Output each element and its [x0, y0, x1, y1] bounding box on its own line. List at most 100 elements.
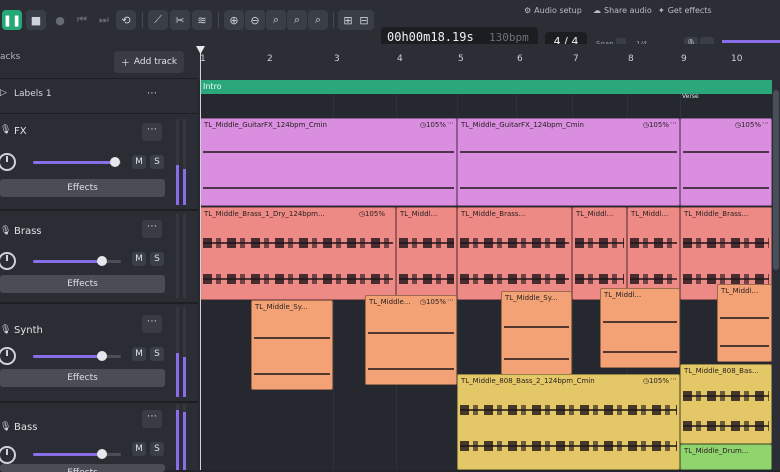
label-intro[interactable]: Intro [200, 80, 780, 94]
audio-clip[interactable]: TL_Middle_Sy... [501, 291, 572, 375]
audio-clip[interactable]: TL_Middle_Sy... [251, 300, 333, 390]
stop-button[interactable]: ■ [26, 10, 46, 30]
mute-button[interactable]: M [132, 347, 146, 361]
mute-button[interactable]: M [132, 442, 146, 456]
skip-forward-button[interactable]: ⏭ [94, 10, 114, 30]
skip-back-button[interactable]: ⏮ [72, 10, 92, 30]
solo-button[interactable]: S [150, 442, 164, 456]
solo-button[interactable]: S [150, 155, 164, 169]
clip-name: TL_Middle_Brass... [684, 210, 749, 218]
track-menu-button[interactable]: ⋯ [142, 410, 162, 428]
zoom-out-button[interactable]: ⊖ [245, 10, 265, 30]
vertical-scrollbar[interactable] [772, 80, 780, 470]
timeline-ruler[interactable]: 1 2 3 4 5 6 7 8 9 10 [198, 44, 780, 81]
loop-button[interactable]: ⟲ [116, 10, 136, 30]
audio-clip[interactable]: TL_Middle_Brass... [457, 207, 572, 300]
pause-button[interactable]: ❚❚ [2, 10, 22, 30]
playhead[interactable] [200, 47, 201, 470]
volume-slider[interactable] [33, 351, 121, 361]
split-tool-button[interactable]: ✂ [170, 10, 190, 30]
mute-button[interactable]: M [132, 155, 146, 169]
track-header-synth[interactable]: 🎙 Synth ⋯ M S Effects [0, 303, 198, 403]
track-header-brass[interactable]: 🎙 Brass ⋯ M S Effects [0, 210, 198, 304]
multi-tool-button[interactable]: ≋ [192, 10, 212, 30]
effects-button[interactable]: Effects [0, 179, 165, 197]
share-audio-link[interactable]: ☁ Share audio [593, 6, 652, 15]
fit-selection-button[interactable]: ⌕ [266, 10, 286, 30]
audio-clip[interactable]: TL_Middle_GuitarFX_124bpm_Cmin ◷105% ⋯ [457, 118, 680, 206]
audio-clip[interactable]: ◷105% ⋯ [680, 118, 772, 206]
label-verse[interactable]: Verse [682, 93, 699, 100]
skip-forward-icon: ⏭ [99, 13, 109, 26]
audio-clip[interactable]: TL_Middle_GuitarFX_124bpm_Cmin ◷105% ⋯ [200, 118, 457, 206]
pan-knob[interactable] [0, 446, 16, 464]
mute-button[interactable]: M [132, 252, 146, 266]
audio-clip[interactable]: TL_Middle_808_Bass_2_124bpm_Cmin ◷105% ⋯ [457, 374, 680, 470]
waveform [399, 272, 454, 286]
pan-knob[interactable] [0, 347, 16, 365]
audio-clip[interactable]: TL_Middle_808_Bas... [680, 364, 772, 444]
audio-clip[interactable]: TL_Middle_Brass_1_Dry_124bpm... ◷105% [200, 207, 396, 300]
label-track-header[interactable]: ▷ Labels 1 ⋯ [0, 78, 198, 114]
fit-project-button[interactable]: ⌕ [287, 10, 307, 30]
pause-icon: ❚❚ [2, 13, 22, 27]
waveform [254, 367, 330, 381]
track-menu-button[interactable]: ⋯ [142, 315, 162, 333]
bar-number: 9 [681, 54, 687, 64]
waveform [203, 145, 454, 159]
solo-button[interactable]: S [150, 252, 164, 266]
waveform [720, 311, 769, 325]
record-button[interactable]: ● [50, 10, 70, 30]
audio-setup-link[interactable]: ⚙ Audio setup [524, 6, 582, 15]
waveform [683, 145, 769, 159]
track-header-bass[interactable]: 🎙 Bass ⋯ M S Effects [0, 402, 198, 472]
clip-menu-icon[interactable]: ⋯ [670, 119, 677, 127]
waveform [368, 326, 454, 340]
clip-menu-icon[interactable]: ⋯ [670, 375, 677, 383]
audio-clip[interactable]: TL_Middl... [396, 207, 457, 300]
bar-number: 10 [731, 54, 743, 64]
silence-button[interactable]: ⊟ [354, 10, 374, 30]
zoom-in-button[interactable]: ⊕ [224, 10, 244, 30]
audio-clip[interactable]: TL_Middl... [717, 284, 772, 362]
waveform [630, 272, 677, 286]
audio-clip[interactable]: TL_Middl... [572, 207, 627, 300]
add-track-button[interactable]: ＋ Add track [114, 51, 184, 73]
track-header-fx[interactable]: 🎙 FX ⋯ M S Effects [0, 113, 198, 211]
zoom-in-icon: ⊕ [229, 13, 239, 27]
pan-knob[interactable] [0, 153, 16, 171]
get-effects-link[interactable]: ✦ Get effects [658, 6, 712, 15]
envelope-tool-button[interactable]: ⟋ [148, 10, 168, 30]
clip-menu-icon[interactable]: ⋯ [447, 296, 454, 304]
audio-clip[interactable]: TL_Middle... ◷105% ⋯ [365, 295, 457, 385]
pan-knob[interactable] [0, 252, 16, 270]
clip-speed: ◷105% [734, 121, 761, 129]
waveform [603, 345, 677, 359]
effects-button[interactable]: Effects [0, 369, 165, 387]
track-menu-button[interactable]: ⋯ [142, 123, 162, 141]
solo-button[interactable]: S [150, 347, 164, 361]
zoom-toggle-button[interactable]: ⌕ [308, 10, 328, 30]
playback-meter [722, 40, 780, 43]
audio-clip[interactable]: TL_Middl... [600, 288, 680, 368]
effects-button[interactable]: Effects [0, 464, 165, 472]
level-meter [176, 119, 179, 205]
waveform [460, 181, 677, 195]
waveform [683, 236, 769, 250]
clip-speed: ◷105% [419, 121, 446, 129]
track-menu-button[interactable]: ⋯ [142, 220, 162, 238]
waveform [203, 236, 393, 250]
clip-menu-icon[interactable]: ⋯ [447, 119, 454, 127]
effects-button[interactable]: Effects [0, 275, 165, 293]
bar-number: 5 [458, 54, 464, 64]
tempo-field[interactable]: 130bpm [489, 31, 529, 44]
mic-icon: 🎙 [0, 226, 12, 236]
clip-menu-icon[interactable]: ⋯ [762, 119, 769, 127]
volume-slider[interactable] [33, 157, 121, 167]
volume-slider[interactable] [33, 256, 121, 266]
audio-clip[interactable]: TL_Middl... [627, 207, 680, 300]
audio-clip[interactable]: TL_Middle_Drum... [680, 444, 772, 470]
zoom-toggle-icon: ⌕ [314, 13, 322, 26]
label-track-menu-button[interactable]: ⋯ [142, 87, 162, 105]
volume-slider[interactable] [33, 449, 121, 459]
